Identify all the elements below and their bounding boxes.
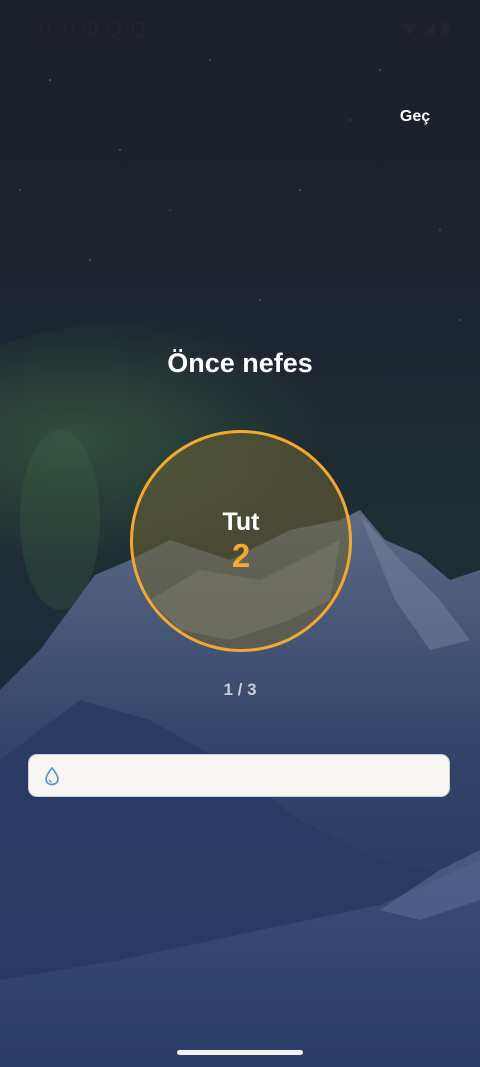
water-drop-icon <box>45 766 59 785</box>
water-input[interactable] <box>69 765 449 786</box>
battery-icon <box>441 21 449 36</box>
status-right-icons <box>400 21 450 37</box>
shield-icon <box>107 21 121 37</box>
water-input-field[interactable] <box>28 754 450 797</box>
breathing-circle: Tut 2 <box>130 430 352 652</box>
status-time: 11:41 <box>36 20 78 37</box>
status-left-icons <box>82 21 146 37</box>
wifi-icon <box>401 23 417 35</box>
breath-phase-label: Tut <box>222 508 260 536</box>
signal-icon <box>423 23 435 35</box>
info-icon <box>82 21 98 37</box>
cycle-counter: 1 / 3 <box>223 680 257 699</box>
page-title: Önce nefes <box>167 348 313 378</box>
breath-phase-count: 2 <box>231 537 251 574</box>
skip-button[interactable]: Geç <box>388 104 442 130</box>
home-indicator[interactable] <box>177 1050 303 1055</box>
clipboard-icon <box>132 22 144 37</box>
status-bar: 11:41 <box>0 0 480 60</box>
